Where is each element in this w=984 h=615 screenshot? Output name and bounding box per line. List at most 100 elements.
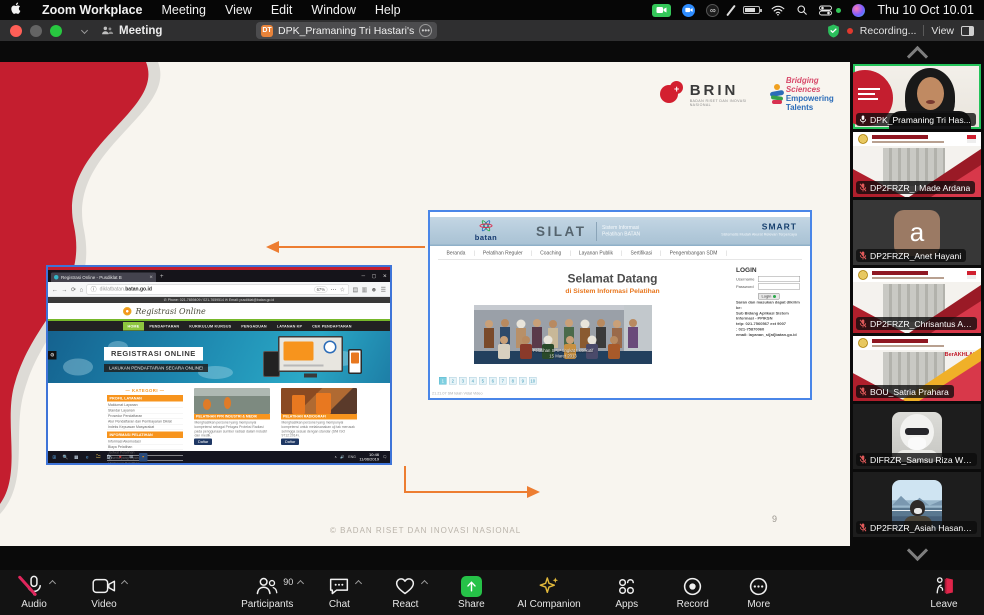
stylus-icon[interactable] [730,4,732,17]
share-button[interactable]: Share [451,575,491,610]
apple-menu-icon[interactable] [10,1,23,19]
menu-help[interactable]: Help [375,3,401,17]
site-nav-kurikulum[interactable]: KURIKULUM KURSUS [185,322,236,331]
shared-screen-pill[interactable]: DT DPK_Pramaning Tri Hastari's ••• [256,22,437,39]
more-button[interactable]: More [739,575,779,610]
ai-companion-button[interactable]: AI Companion [517,575,580,610]
video-button[interactable]: Video [84,575,124,610]
more-tools-icon[interactable]: ⋯ [331,286,337,293]
bookmark-star-icon[interactable]: ☆ [340,286,345,293]
forward-icon[interactable]: → [62,286,68,293]
page-dot[interactable]: 10 [529,377,537,385]
page-dot[interactable]: 5 [479,377,487,385]
page-dot[interactable]: 9 [519,377,527,385]
page-dot[interactable]: 8 [509,377,517,385]
site-nav-pengaduan[interactable]: PENGADUAN [237,322,272,331]
explorer-icon[interactable]: 🗀 [95,454,102,461]
silat-nav-pelatihan[interactable]: Pelatihan Reguler [474,251,531,257]
edge-icon[interactable]: e [84,454,91,461]
reload-icon[interactable]: ⟳ [71,286,76,293]
silat-nav-beranda[interactable]: Beranda [438,251,474,257]
participants-button[interactable]: 90 Participants [241,575,293,610]
library-icon[interactable]: ▤ [352,286,358,293]
notification-icon[interactable]: 🗨 [383,455,387,459]
menu-bar-clock[interactable]: Thu 10 Oct 10.01 [877,3,974,17]
close-window-button[interactable] [10,25,22,37]
silat-nav-coaching[interactable]: Coaching [532,251,571,257]
page-dot[interactable]: 2 [449,377,457,385]
menu-view[interactable]: View [225,3,252,17]
react-options-chevron[interactable] [421,580,428,587]
page-dot[interactable]: 7 [499,377,507,385]
start-button[interactable]: ⊞ [51,454,58,461]
scroll-down-chevron-icon[interactable] [906,540,927,561]
participant-tile[interactable]: a DP2FRZR_Anet Hayani [853,200,981,265]
participants-options-chevron[interactable] [297,580,304,587]
browser-tab[interactable]: Registrasi Online - Pusdiklat B ✕ [51,273,156,283]
menu-meeting[interactable]: Meeting [161,3,205,17]
taskbar-clock[interactable]: 10:46 11/06/2019 [359,452,379,461]
creative-cloud-icon[interactable]: ∞ [706,4,719,17]
security-shield-icon[interactable] [827,24,840,38]
wifi-icon[interactable] [771,5,785,16]
app-icon[interactable]: ♥ [117,454,124,461]
tab-close-icon[interactable]: ✕ [149,275,153,281]
participant-tile[interactable]: DPK_Pramaning Tri Has... [853,64,981,129]
firefox-icon[interactable]: ◓ [139,453,148,462]
recording-status[interactable]: Recording... [860,25,917,37]
site-nav-home[interactable]: HOME [123,322,144,331]
menu1-link[interactable]: Indeks Kepuasan Masyarakat [107,425,183,431]
participant-tile[interactable]: BerAKHLAK BOU_Satria Prahara [853,336,981,401]
react-button[interactable]: React [385,575,425,610]
site-nav-cek[interactable]: CEK PENDAFTARAN [308,322,356,331]
page-dot[interactable]: 4 [469,377,477,385]
siri-icon[interactable] [852,4,865,17]
participant-tile[interactable]: DP2FRZR_Asiah Hasanah [853,472,981,537]
record-button[interactable]: Record [673,575,713,610]
page-dot[interactable]: 6 [489,377,497,385]
page-dot[interactable]: 1 [439,377,447,385]
menu-edit[interactable]: Edit [271,3,293,17]
tray-volume-icon[interactable]: 🔊 [340,455,344,459]
tray-chevron[interactable]: ∧ [334,455,337,459]
silat-nav-sertifikasi[interactable]: Sertifikasi [622,251,661,257]
menu-window[interactable]: Window [311,3,355,17]
window-chevron-icon[interactable] [81,27,88,34]
window-controls[interactable]: ─▢✕ [362,273,387,279]
fullscreen-window-button[interactable] [50,25,62,37]
settings-gear-icon[interactable]: ⚙ [48,351,57,360]
leave-button[interactable]: Leave [924,575,964,610]
menu-app-name[interactable]: Zoom Workplace [42,3,142,17]
url-bar[interactable]: ⓘ diklatbatan.batan.go.id 67% ⋯ ☆ [87,284,349,294]
minimize-window-button[interactable] [30,25,42,37]
daftar-button[interactable]: Daftar [281,439,299,446]
participant-tile[interactable]: DP2FRZR_Chrisantus Ar... [853,268,981,333]
new-tab-button[interactable]: + [160,273,164,280]
silat-nav-layanan[interactable]: Layanan Publik [570,251,622,257]
page-dot[interactable]: 3 [459,377,467,385]
audio-button[interactable]: Audio [14,575,54,610]
tray-language[interactable]: ENG [348,455,356,459]
store-icon[interactable]: 🛍 [106,454,113,461]
login-button[interactable]: Login [758,293,779,300]
search-icon[interactable] [796,4,808,16]
battery-icon[interactable] [743,6,760,14]
page-zoom-level[interactable]: 67% [314,286,328,292]
home-icon[interactable]: ⌂ [80,286,84,293]
taskbar-search-icon[interactable]: 🔍 [62,454,69,461]
username-field[interactable] [758,276,800,282]
camera-active-icon[interactable] [652,4,671,17]
audio-options-chevron[interactable] [49,580,56,587]
silat-nav-sdm[interactable]: Pengembangan SDM [661,251,726,257]
back-icon[interactable]: ← [52,286,58,293]
view-layout-icon[interactable] [961,26,974,36]
participant-tile[interactable]: DP2FRZR_I Made Ardana [853,132,981,197]
control-center-icon[interactable] [819,5,832,16]
menu2-link[interactable]: Himbauan Pelatihan [107,461,183,465]
participant-tile[interactable]: DIFRZR_Samsu Riza Wi... [853,404,981,469]
site-info-icon[interactable]: ⓘ [91,285,97,294]
mail-icon[interactable]: ✉ [128,454,135,461]
daftar-button[interactable]: Daftar [194,439,212,446]
account-icon[interactable]: ☻ [371,286,377,293]
apps-button[interactable]: Apps [607,575,647,610]
